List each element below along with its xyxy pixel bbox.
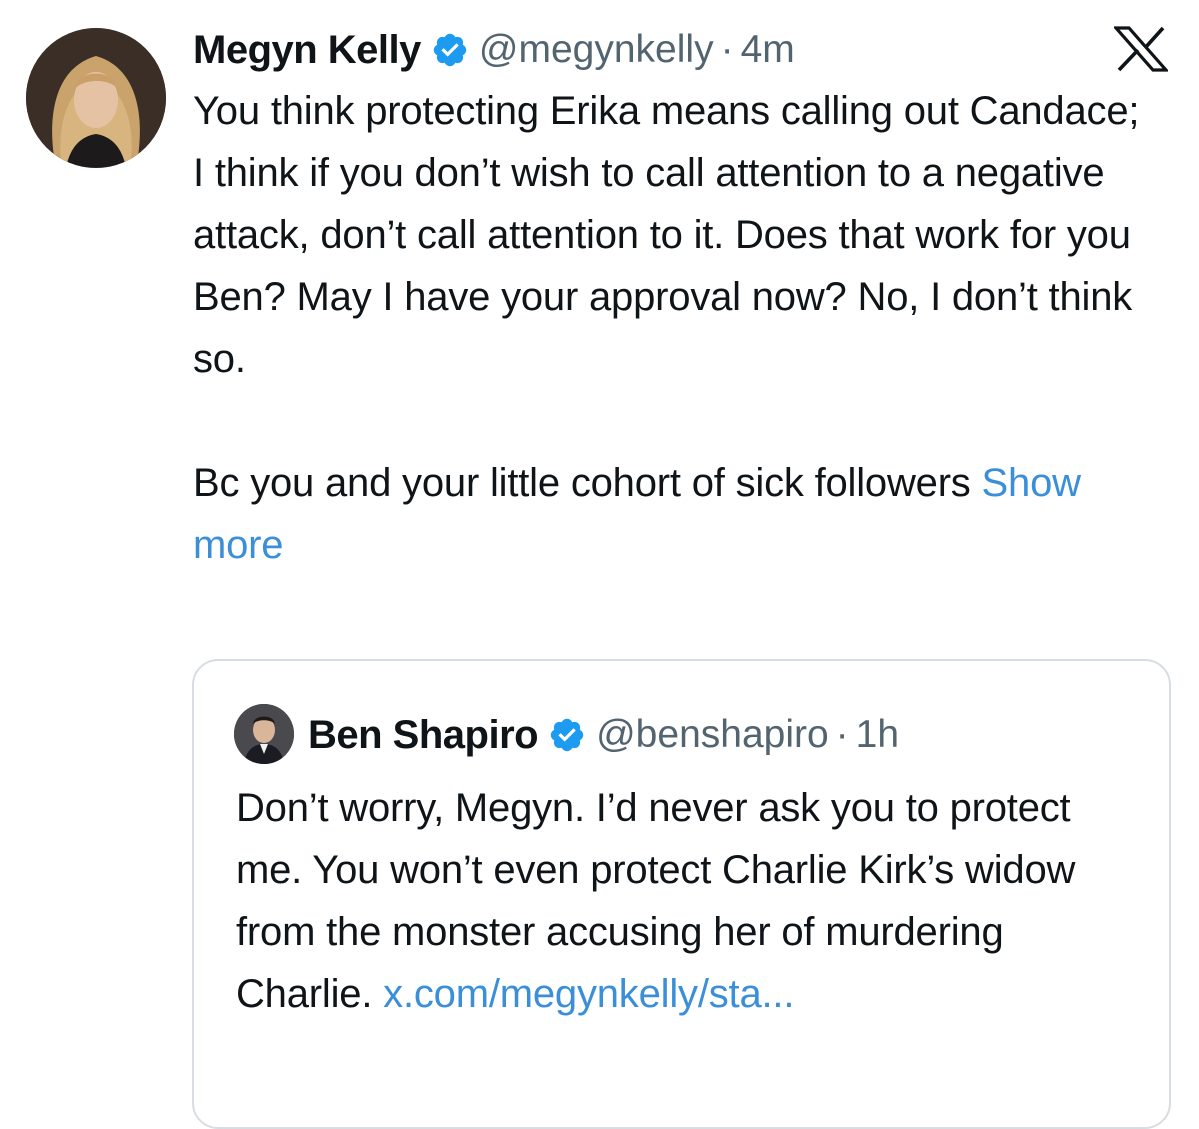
tweet-paragraph-2: Bc you and your little cohort of sick fo… (193, 452, 1153, 576)
quoted-tweet-header: Ben Shapiro @benshapiro · 1h (308, 707, 899, 763)
author-name[interactable]: Megyn Kelly (193, 28, 421, 73)
quoted-tweet-body: Don’t worry, Megyn. I’d never ask you to… (236, 777, 1136, 1025)
verified-badge-icon (548, 716, 586, 754)
tweet-paragraph-2-text: Bc you and your little cohort of sick fo… (193, 461, 971, 505)
quoted-author-name[interactable]: Ben Shapiro (308, 713, 539, 758)
separator-dot: · (720, 28, 734, 71)
tweet-header: Megyn Kelly @megynkelly · 4m (193, 22, 795, 78)
quoted-author-avatar[interactable] (234, 704, 294, 764)
x-logo-icon[interactable] (1112, 26, 1170, 72)
author-avatar[interactable] (26, 28, 166, 168)
tweet-paragraph-1: You think protecting Erika means calling… (193, 89, 1140, 381)
verified-badge-icon (431, 31, 469, 69)
author-handle[interactable]: @megynkelly (479, 28, 714, 72)
quoted-tweet[interactable]: Ben Shapiro @benshapiro · 1h Don’t worry… (192, 659, 1171, 1129)
timestamp[interactable]: 4m (741, 28, 795, 72)
separator-dot: · (835, 713, 849, 756)
tweet-card[interactable]: Megyn Kelly @megynkelly · 4m You think p… (0, 0, 1199, 1129)
tweet-body: You think protecting Erika means calling… (193, 80, 1153, 576)
quoted-author-handle[interactable]: @benshapiro (596, 713, 829, 757)
quoted-timestamp[interactable]: 1h (856, 713, 899, 757)
quoted-tweet-link[interactable]: x.com/​megynkelly/sta... (383, 972, 794, 1016)
